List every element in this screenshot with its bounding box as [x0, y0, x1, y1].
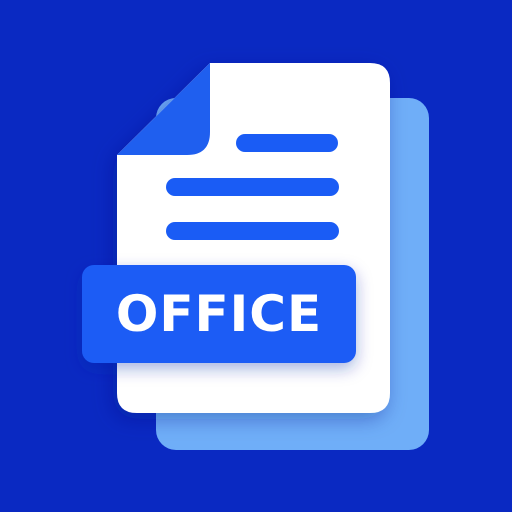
office-app-icon: OFFICE: [0, 0, 512, 512]
document-line-1: [236, 134, 338, 152]
office-document-icon: [0, 0, 512, 512]
document-line-3: [166, 222, 339, 240]
label-badge: [82, 265, 356, 363]
document-line-2: [166, 178, 339, 196]
